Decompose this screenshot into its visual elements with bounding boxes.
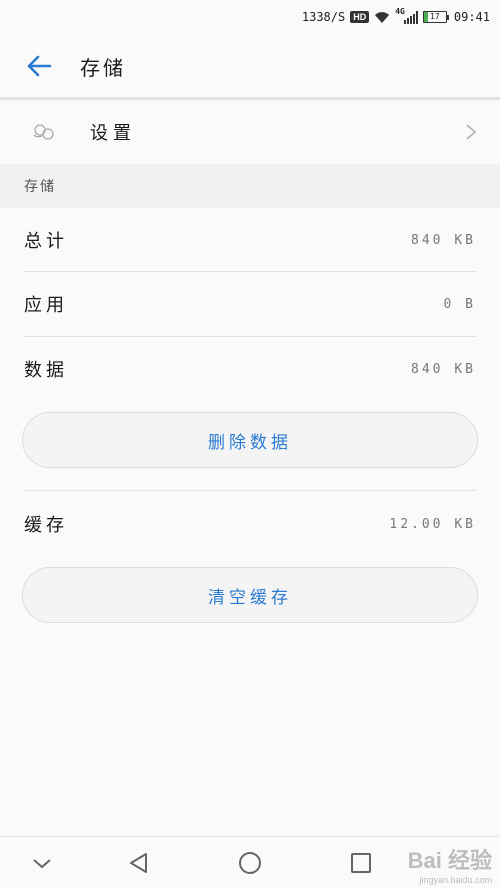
wifi-icon <box>375 11 390 23</box>
watermark-brand: Bai 经验 <box>407 848 492 873</box>
settings-row[interactable]: 设置 <box>0 100 500 164</box>
baidu-watermark: Bai 经验 jingyan.baidu.com <box>408 843 492 885</box>
clouds-icon <box>33 124 54 140</box>
network-speed: 1338/S <box>301 10 346 24</box>
home-circle-icon[interactable] <box>236 849 264 877</box>
total-value: 840 KB <box>411 232 476 248</box>
watermark-url: jingyan.baidu.com <box>419 875 492 885</box>
status-bar: 1338/S HD 4G 17 09:41 <box>0 0 500 34</box>
total-row: 总计 840 KB <box>24 208 476 272</box>
clock: 09:41 <box>453 10 490 24</box>
divider <box>24 490 476 491</box>
chevron-down-icon[interactable] <box>28 849 56 877</box>
battery-icon: 17 <box>422 11 449 23</box>
data-row: 数据 840 KB <box>24 337 476 401</box>
cache-row: 缓存 12.00 KB <box>24 492 476 556</box>
arrow-left-icon[interactable] <box>24 51 54 81</box>
signal-icon <box>403 10 418 24</box>
cache-label: 缓存 <box>24 515 68 536</box>
recents-square-icon[interactable] <box>347 849 375 877</box>
nav-bar: Bai 经验 jingyan.baidu.com <box>0 836 500 889</box>
network-type: 4G <box>395 6 405 16</box>
battery-level: 17 <box>430 12 440 21</box>
page-title: 存储 <box>80 55 126 80</box>
app-value: 0 B <box>443 296 476 312</box>
app-row: 应用 0 B <box>24 272 476 336</box>
hd-badge: HD <box>350 11 370 23</box>
delete-data-button[interactable]: 删除数据 <box>22 412 478 468</box>
chevron-right-icon <box>466 124 477 140</box>
section-header: 存储 <box>0 164 500 208</box>
app-bar: 存储 <box>0 34 500 98</box>
total-label: 总计 <box>24 231 68 252</box>
data-value: 840 KB <box>411 361 476 377</box>
data-label: 数据 <box>24 360 68 381</box>
settings-label: 设置 <box>90 123 136 144</box>
clear-cache-button[interactable]: 清空缓存 <box>22 567 478 623</box>
cache-value: 12.00 KB <box>389 516 476 532</box>
back-triangle-icon[interactable] <box>125 849 153 877</box>
app-label: 应用 <box>24 295 68 316</box>
section-title: 存储 <box>24 179 56 195</box>
